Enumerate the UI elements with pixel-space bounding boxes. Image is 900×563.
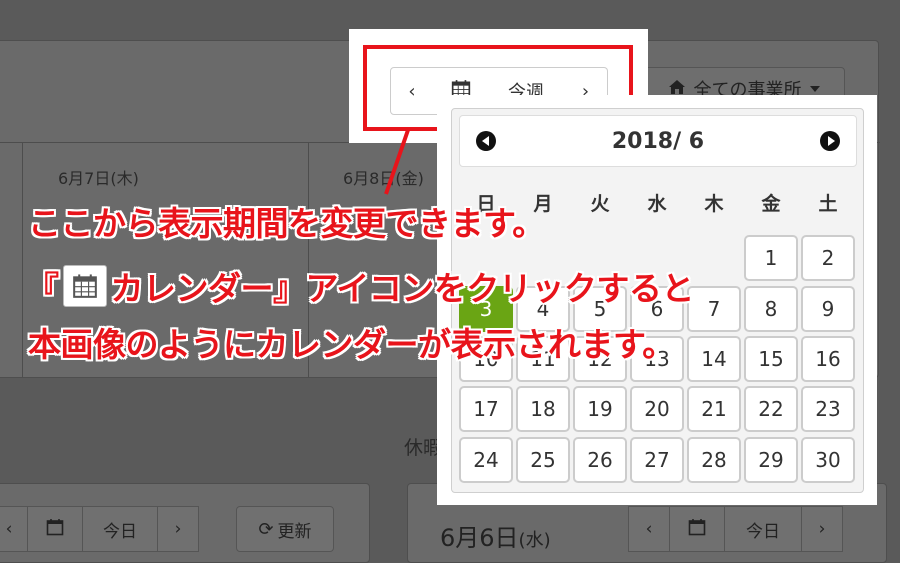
today-button[interactable]: 今日 <box>724 506 802 552</box>
calendar-day[interactable]: 26 <box>573 437 627 483</box>
calendar-day[interactable]: 24 <box>459 437 513 483</box>
calendar-weekday-header: 土 <box>818 192 838 215</box>
prev-button[interactable]: ‹ <box>0 506 28 552</box>
refresh-label: 更新 <box>277 521 312 542</box>
annotation-line-2-prefix: 『 <box>26 269 59 308</box>
calendar-day[interactable]: 28 <box>687 437 741 483</box>
calendar-button[interactable] <box>27 506 83 552</box>
calendar-day[interactable]: 22 <box>744 386 798 432</box>
calendar-day[interactable]: 30 <box>801 437 855 483</box>
calendar-next-month-button[interactable] <box>820 131 840 151</box>
calendar-day[interactable]: 20 <box>630 386 684 432</box>
calendar-weekday-header: 金 <box>761 192 781 215</box>
calendar-weekday-header: 木 <box>704 192 724 215</box>
calendar-icon <box>46 518 64 541</box>
column-divider <box>22 142 23 378</box>
calendar-day[interactable]: 2 <box>801 235 855 281</box>
calendar-day[interactable]: 15 <box>744 336 798 382</box>
calendar-day[interactable]: 14 <box>687 336 741 382</box>
calendar-weekday-header: 火 <box>590 192 610 215</box>
today-button[interactable]: 今日 <box>82 506 158 552</box>
calendar-month-header: 2018/ 6 <box>459 115 857 167</box>
calendar-day[interactable]: 23 <box>801 386 855 432</box>
bottom-right-date-weekday: (水) <box>518 530 551 551</box>
calendar-day[interactable]: 7 <box>687 286 741 332</box>
caret-down-icon <box>809 86 820 92</box>
bottom-right-date-main: 6月6日 <box>440 524 519 552</box>
next-button[interactable]: › <box>157 506 199 552</box>
calendar-icon <box>688 518 706 541</box>
prev-button[interactable]: ‹ <box>628 506 670 552</box>
calendar-day[interactable]: 18 <box>516 386 570 432</box>
calendar-day[interactable]: 19 <box>573 386 627 432</box>
refresh-button[interactable]: ⟳ 更新 <box>236 506 334 552</box>
calendar-day[interactable]: 29 <box>744 437 798 483</box>
calendar-day[interactable]: 21 <box>687 386 741 432</box>
calendar-day[interactable]: 8 <box>744 286 798 332</box>
calendar-title: 2018/ 6 <box>611 128 705 154</box>
calendar-button[interactable] <box>669 506 725 552</box>
arrow-right-icon <box>827 136 835 146</box>
bottom-right-date: 6月6日(水) <box>440 518 551 553</box>
calendar-icon <box>62 265 107 307</box>
callout-line <box>384 129 410 195</box>
calendar-day[interactable]: 17 <box>459 386 513 432</box>
annotation-line-1: ここから表示期間を変更できます。 <box>28 204 545 243</box>
arrow-left-icon <box>481 136 489 146</box>
annotation-line-2: 『 カレンダー』アイコンをクリックすると <box>26 262 694 310</box>
refresh-icon: ⟳ <box>258 518 274 540</box>
day-header-thu: 6月7日(木) <box>58 169 139 188</box>
calendar-day[interactable]: 25 <box>516 437 570 483</box>
calendar-weekday-header: 水 <box>647 192 667 215</box>
calendar-day[interactable]: 1 <box>744 235 798 281</box>
annotation-line-2-suffix: カレンダー』アイコンをクリックすると <box>110 269 695 308</box>
next-button[interactable]: › <box>801 506 843 552</box>
calendar-day[interactable]: 9 <box>801 286 855 332</box>
calendar-day[interactable]: 27 <box>630 437 684 483</box>
calendar-day[interactable]: 16 <box>801 336 855 382</box>
annotation-line-3: 本画像のようにカレンダーが表示されます。 <box>28 325 675 364</box>
calendar-prev-month-button[interactable] <box>476 131 496 151</box>
